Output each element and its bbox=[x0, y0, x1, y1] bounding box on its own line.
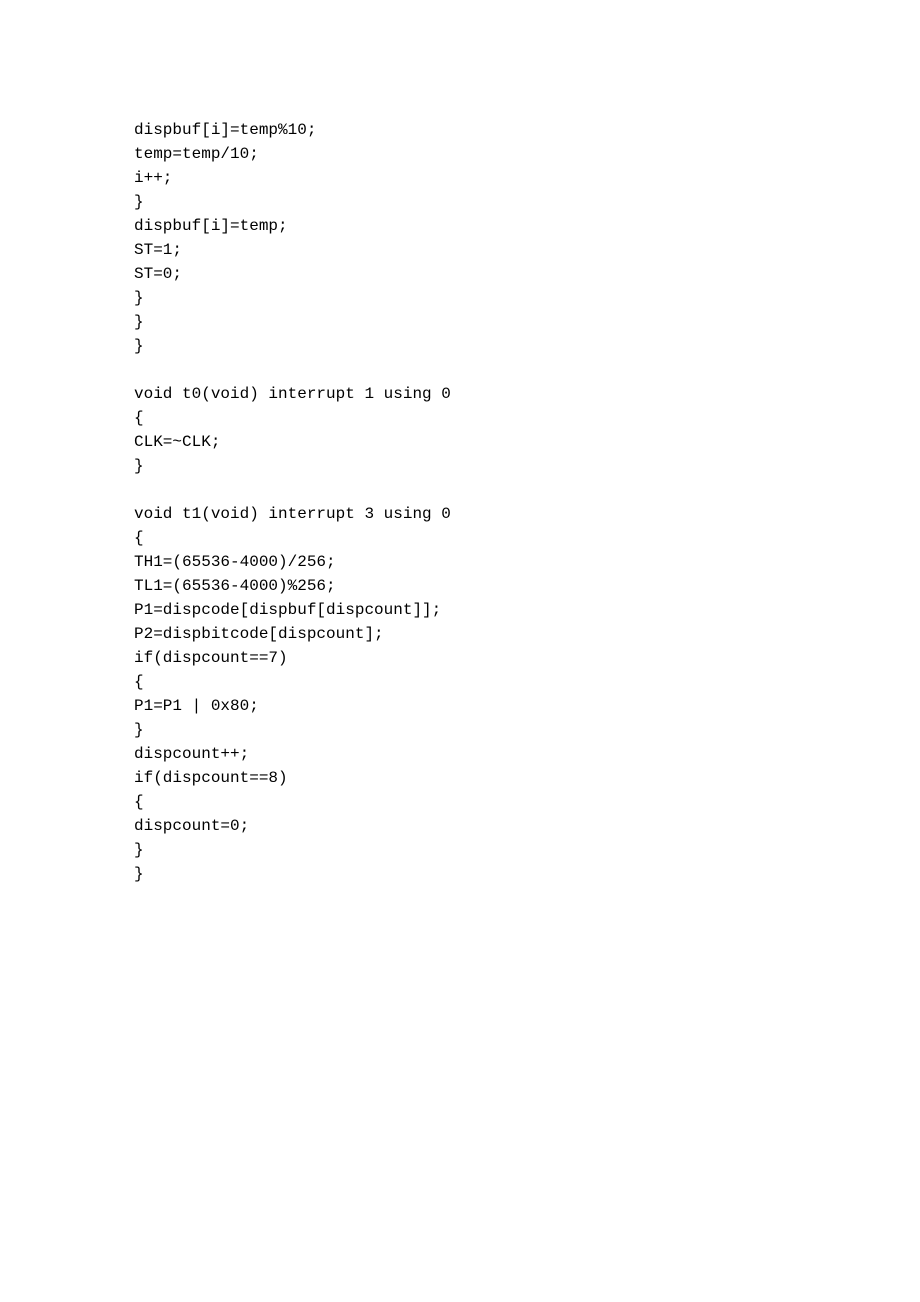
code-block: dispbuf[i]=temp%10; temp=temp/10; i++; }… bbox=[134, 118, 920, 886]
document-page: dispbuf[i]=temp%10; temp=temp/10; i++; }… bbox=[0, 0, 920, 1302]
